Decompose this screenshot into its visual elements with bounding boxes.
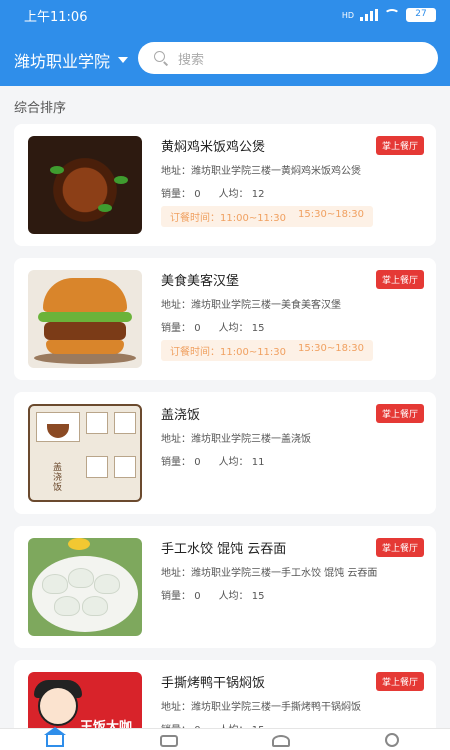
status-bar: 上午11:06 HD 27 xyxy=(0,0,450,30)
search-input[interactable]: 搜索 xyxy=(138,42,438,74)
search-placeholder: 搜索 xyxy=(178,52,205,68)
restaurant-image xyxy=(28,538,142,636)
thumbnail-text: 盖浇饭 xyxy=(51,462,61,492)
restaurant-badge: 掌上餐厅 xyxy=(375,538,424,557)
restaurant-address: 地址：潍坊职业学院三楼一手工水饺 馄饨 云吞面 xyxy=(161,568,378,579)
restaurant-address: 地址：潍坊职业学院三楼一美食美客汉堡 xyxy=(161,300,341,311)
bottom-tab-bar xyxy=(0,727,450,750)
restaurant-image: 盖浇饭 xyxy=(28,404,142,502)
order-time: 订餐时间：11:00~11:30 15:30~18:30 xyxy=(161,206,374,227)
category-icon[interactable] xyxy=(160,735,178,747)
restaurant-card[interactable]: 手工水饺 馄饨 云吞面 掌上餐厅 地址：潍坊职业学院三楼一手工水饺 馄饨 云吞面… xyxy=(14,526,436,648)
restaurant-badge: 掌上餐厅 xyxy=(375,136,424,155)
restaurant-name: 手工水饺 馄饨 云吞面 xyxy=(161,542,287,557)
search-icon xyxy=(154,51,168,65)
favorite-icon[interactable] xyxy=(272,735,290,747)
restaurant-stats: 销量： 0 人均： 12 xyxy=(161,189,265,200)
chevron-down-icon xyxy=(118,57,129,63)
top-bar: 上午11:06 HD 27 潍坊职业学院 搜索 xyxy=(0,0,450,86)
restaurant-name: 美食美客汉堡 xyxy=(161,274,240,289)
sort-label[interactable]: 综合排序 xyxy=(14,97,66,116)
restaurant-name: 盖浇饭 xyxy=(161,408,201,423)
restaurant-name: 手撕烤鸭干锅焖饭 xyxy=(161,676,266,691)
battery-icon: 27 xyxy=(406,8,436,22)
restaurant-image xyxy=(28,136,142,234)
restaurant-badge: 掌上餐厅 xyxy=(375,270,424,289)
campus-name: 潍坊职业学院 xyxy=(14,52,111,71)
campus-selector[interactable]: 潍坊职业学院 xyxy=(14,48,129,72)
restaurant-card[interactable]: 黄焖鸡米饭鸡公煲 掌上餐厅 地址：潍坊职业学院三楼一黄焖鸡米饭鸡公煲 销量： 0… xyxy=(14,124,436,246)
restaurant-badge: 掌上餐厅 xyxy=(375,672,424,691)
restaurant-stats: 销量： 0 人均： 15 xyxy=(161,591,265,602)
restaurant-card[interactable]: 美食美客汉堡 掌上餐厅 地址：潍坊职业学院三楼一美食美客汉堡 销量： 0 人均：… xyxy=(14,258,436,380)
home-icon[interactable] xyxy=(44,727,66,747)
restaurant-stats: 销量： 0 人均： 11 xyxy=(161,457,265,468)
profile-icon[interactable] xyxy=(385,733,399,747)
wifi-icon xyxy=(384,9,400,21)
order-time: 订餐时间：11:00~11:30 15:30~18:30 xyxy=(161,340,374,361)
status-time: 上午11:06 xyxy=(24,10,88,25)
restaurant-badge: 掌上餐厅 xyxy=(375,404,424,423)
network-type: HD xyxy=(341,10,354,20)
restaurant-stats: 销量： 0 人均： 15 xyxy=(161,323,265,334)
restaurant-address: 地址：潍坊职业学院三楼一黄焖鸡米饭鸡公煲 xyxy=(161,166,361,177)
signal-icon xyxy=(360,9,378,21)
restaurant-address: 地址：潍坊职业学院三楼一手撕烤鸭干锅焖饭 xyxy=(161,702,361,713)
restaurant-card[interactable]: 盖浇饭 盖浇饭 掌上餐厅 地址：潍坊职业学院三楼一盖浇饭 销量： 0 人均： 1… xyxy=(14,392,436,514)
status-icons: HD 27 xyxy=(342,8,436,22)
restaurant-image xyxy=(28,270,142,368)
restaurant-name: 黄焖鸡米饭鸡公煲 xyxy=(161,140,266,155)
restaurant-address: 地址：潍坊职业学院三楼一盖浇饭 xyxy=(161,434,311,445)
